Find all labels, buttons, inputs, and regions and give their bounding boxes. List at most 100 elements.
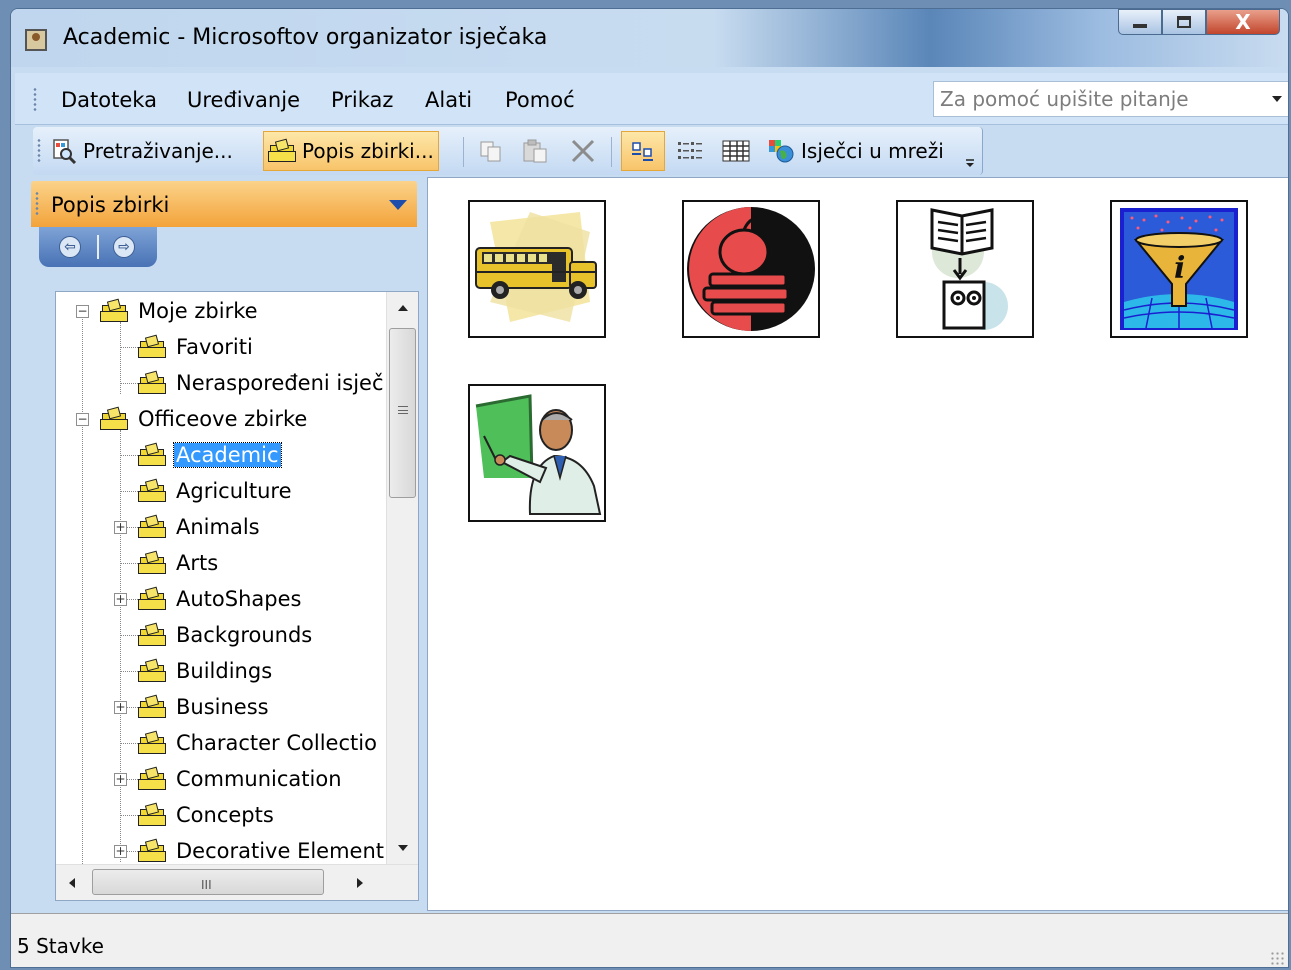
tree-item[interactable]: Favoriti bbox=[138, 330, 255, 364]
toolbar-grip-handle[interactable] bbox=[37, 138, 41, 164]
title-bar[interactable]: Academic - Microsoftov organizator isječ… bbox=[11, 9, 1288, 67]
thumbnails-view-button[interactable] bbox=[621, 131, 665, 171]
tree-horizontal-scroll-thumb[interactable]: III bbox=[92, 869, 324, 895]
menu-grip-handle[interactable] bbox=[33, 87, 37, 113]
scroll-down-arrow-icon[interactable] bbox=[397, 844, 409, 852]
close-icon: X bbox=[1235, 10, 1251, 34]
online-clips-button[interactable]: Isječci u mreži bbox=[763, 131, 948, 171]
paste-button[interactable] bbox=[517, 131, 555, 171]
tree-vertical-scrollbar[interactable] bbox=[386, 292, 418, 864]
tree-item-label: Animals bbox=[176, 515, 260, 539]
tree-item-label: Neraspoređeni isječ bbox=[176, 371, 384, 395]
menu-alati[interactable]: Alati bbox=[425, 88, 472, 112]
details-view-button[interactable] bbox=[717, 131, 755, 171]
clip-organizer-app-icon[interactable] bbox=[25, 29, 47, 51]
apple-books-clip[interactable] bbox=[682, 200, 820, 338]
teacher-image bbox=[475, 394, 602, 515]
search-button[interactable]: Pretraživanje... bbox=[47, 131, 237, 171]
task-pane-title: Popis zbirki bbox=[51, 193, 170, 217]
tree-item[interactable]: Officeove zbirke bbox=[100, 402, 309, 436]
tree-item[interactable]: Concepts bbox=[138, 798, 276, 832]
search-button-label: Pretraživanje... bbox=[83, 139, 233, 163]
task-pane-navigation: ⇦ ⇨ bbox=[39, 227, 157, 267]
app-window: Academic - Microsoftov organizator isječ… bbox=[10, 8, 1289, 968]
tree-item-label: Moje zbirke bbox=[138, 299, 258, 323]
maximize-button[interactable] bbox=[1162, 9, 1206, 35]
details-view-icon bbox=[722, 140, 750, 162]
expand-icon[interactable]: + bbox=[114, 521, 127, 534]
tree-item[interactable]: AutoShapes bbox=[138, 582, 303, 616]
info-funnel-clip[interactable]: i bbox=[1110, 200, 1248, 338]
menu-pomoc[interactable]: Pomoć bbox=[505, 88, 575, 112]
folder-icon bbox=[138, 370, 166, 394]
resize-grip-handle[interactable] bbox=[1270, 951, 1284, 965]
folder-icon bbox=[100, 406, 128, 430]
tree-item-label: Officeove zbirke bbox=[138, 407, 308, 431]
nav-separator bbox=[97, 235, 99, 259]
scroll-left-arrow-icon[interactable] bbox=[68, 877, 76, 889]
tree-item[interactable]: Agriculture bbox=[138, 474, 294, 508]
tree-item-label: Buildings bbox=[176, 659, 273, 683]
menu-prikaz[interactable]: Prikaz bbox=[331, 88, 393, 112]
collection-list-button-label: Popis zbirki... bbox=[302, 139, 434, 163]
school-bus-image bbox=[475, 212, 597, 322]
tree-vertical-scroll-thumb[interactable] bbox=[389, 328, 416, 498]
tree-item[interactable]: Communication bbox=[138, 762, 344, 796]
menu-bar: Datoteka Uređivanje Prikaz Alati Pomoć bbox=[15, 73, 1288, 125]
toolbar-separator bbox=[611, 137, 612, 167]
tree-item[interactable]: Decorative Element bbox=[138, 834, 386, 864]
menu-datoteka[interactable]: Datoteka bbox=[61, 88, 157, 112]
tree-item[interactable]: Neraspoređeni isječ bbox=[138, 366, 386, 400]
task-pane-dropdown-icon[interactable] bbox=[389, 200, 407, 210]
apple-books-image bbox=[687, 207, 815, 331]
forward-arrow-icon[interactable]: ⇨ bbox=[113, 236, 135, 258]
collapse-icon[interactable]: − bbox=[76, 305, 89, 318]
help-question-input[interactable] bbox=[934, 82, 1254, 116]
folder-icon bbox=[268, 138, 296, 162]
folder-icon bbox=[138, 838, 166, 862]
tree-item[interactable]: Character Collectio bbox=[138, 726, 379, 760]
collection-list-button[interactable]: Popis zbirki... bbox=[263, 131, 439, 171]
help-dropdown-arrow-icon[interactable] bbox=[1272, 96, 1282, 102]
expand-icon[interactable]: + bbox=[114, 701, 127, 714]
tree-item[interactable]: Buildings bbox=[138, 654, 274, 688]
tree-item[interactable]: Arts bbox=[138, 546, 220, 580]
help-question-box bbox=[933, 81, 1288, 117]
tree-item[interactable]: Backgrounds bbox=[138, 618, 314, 652]
back-arrow-icon[interactable]: ⇦ bbox=[59, 236, 81, 258]
expand-icon[interactable]: + bbox=[114, 593, 127, 606]
tree-item-label: Concepts bbox=[176, 803, 274, 827]
book-reader-image bbox=[930, 208, 1008, 330]
task-pane-grip-handle[interactable] bbox=[35, 191, 39, 217]
tree-item-label: Arts bbox=[176, 551, 219, 575]
tree-item[interactable]: Animals bbox=[138, 510, 262, 544]
expand-icon[interactable]: + bbox=[114, 773, 127, 786]
tree-horizontal-scrollbar[interactable]: III bbox=[56, 864, 418, 900]
tree-item[interactable]: Academic bbox=[138, 438, 282, 472]
school-bus-clip[interactable] bbox=[468, 200, 606, 338]
toolbar-options-chevron[interactable] bbox=[965, 149, 975, 167]
tree-item[interactable]: Business bbox=[138, 690, 271, 724]
tree-item[interactable]: Moje zbirke bbox=[100, 294, 260, 328]
menu-uredivanje[interactable]: Uređivanje bbox=[187, 88, 300, 112]
book-reader-clip[interactable] bbox=[896, 200, 1034, 338]
svg-text:i: i bbox=[1174, 251, 1185, 286]
scroll-up-arrow-icon[interactable] bbox=[397, 304, 409, 312]
search-pane-icon bbox=[53, 139, 77, 164]
copy-button[interactable] bbox=[473, 131, 509, 171]
expand-icon[interactable]: + bbox=[114, 845, 127, 858]
minimize-button[interactable] bbox=[1118, 9, 1162, 35]
delete-button[interactable] bbox=[565, 131, 601, 171]
scroll-right-arrow-icon[interactable] bbox=[356, 877, 364, 889]
collapse-icon[interactable]: − bbox=[76, 413, 89, 426]
list-view-button[interactable] bbox=[671, 131, 709, 171]
tree-item-label: Character Collectio bbox=[176, 731, 377, 755]
task-pane-header[interactable]: Popis zbirki bbox=[31, 181, 417, 227]
clip-thumbnails-area[interactable]: i bbox=[427, 177, 1288, 911]
folder-icon bbox=[138, 514, 166, 538]
close-button[interactable]: X bbox=[1206, 9, 1280, 35]
collection-tree-view[interactable]: − Moje zbirke Favoriti Neraspoređeni isječ −… bbox=[55, 291, 419, 901]
status-item-count: 5 Stavke bbox=[17, 934, 104, 958]
teacher-clip[interactable] bbox=[468, 384, 606, 522]
minimize-icon bbox=[1133, 24, 1147, 28]
